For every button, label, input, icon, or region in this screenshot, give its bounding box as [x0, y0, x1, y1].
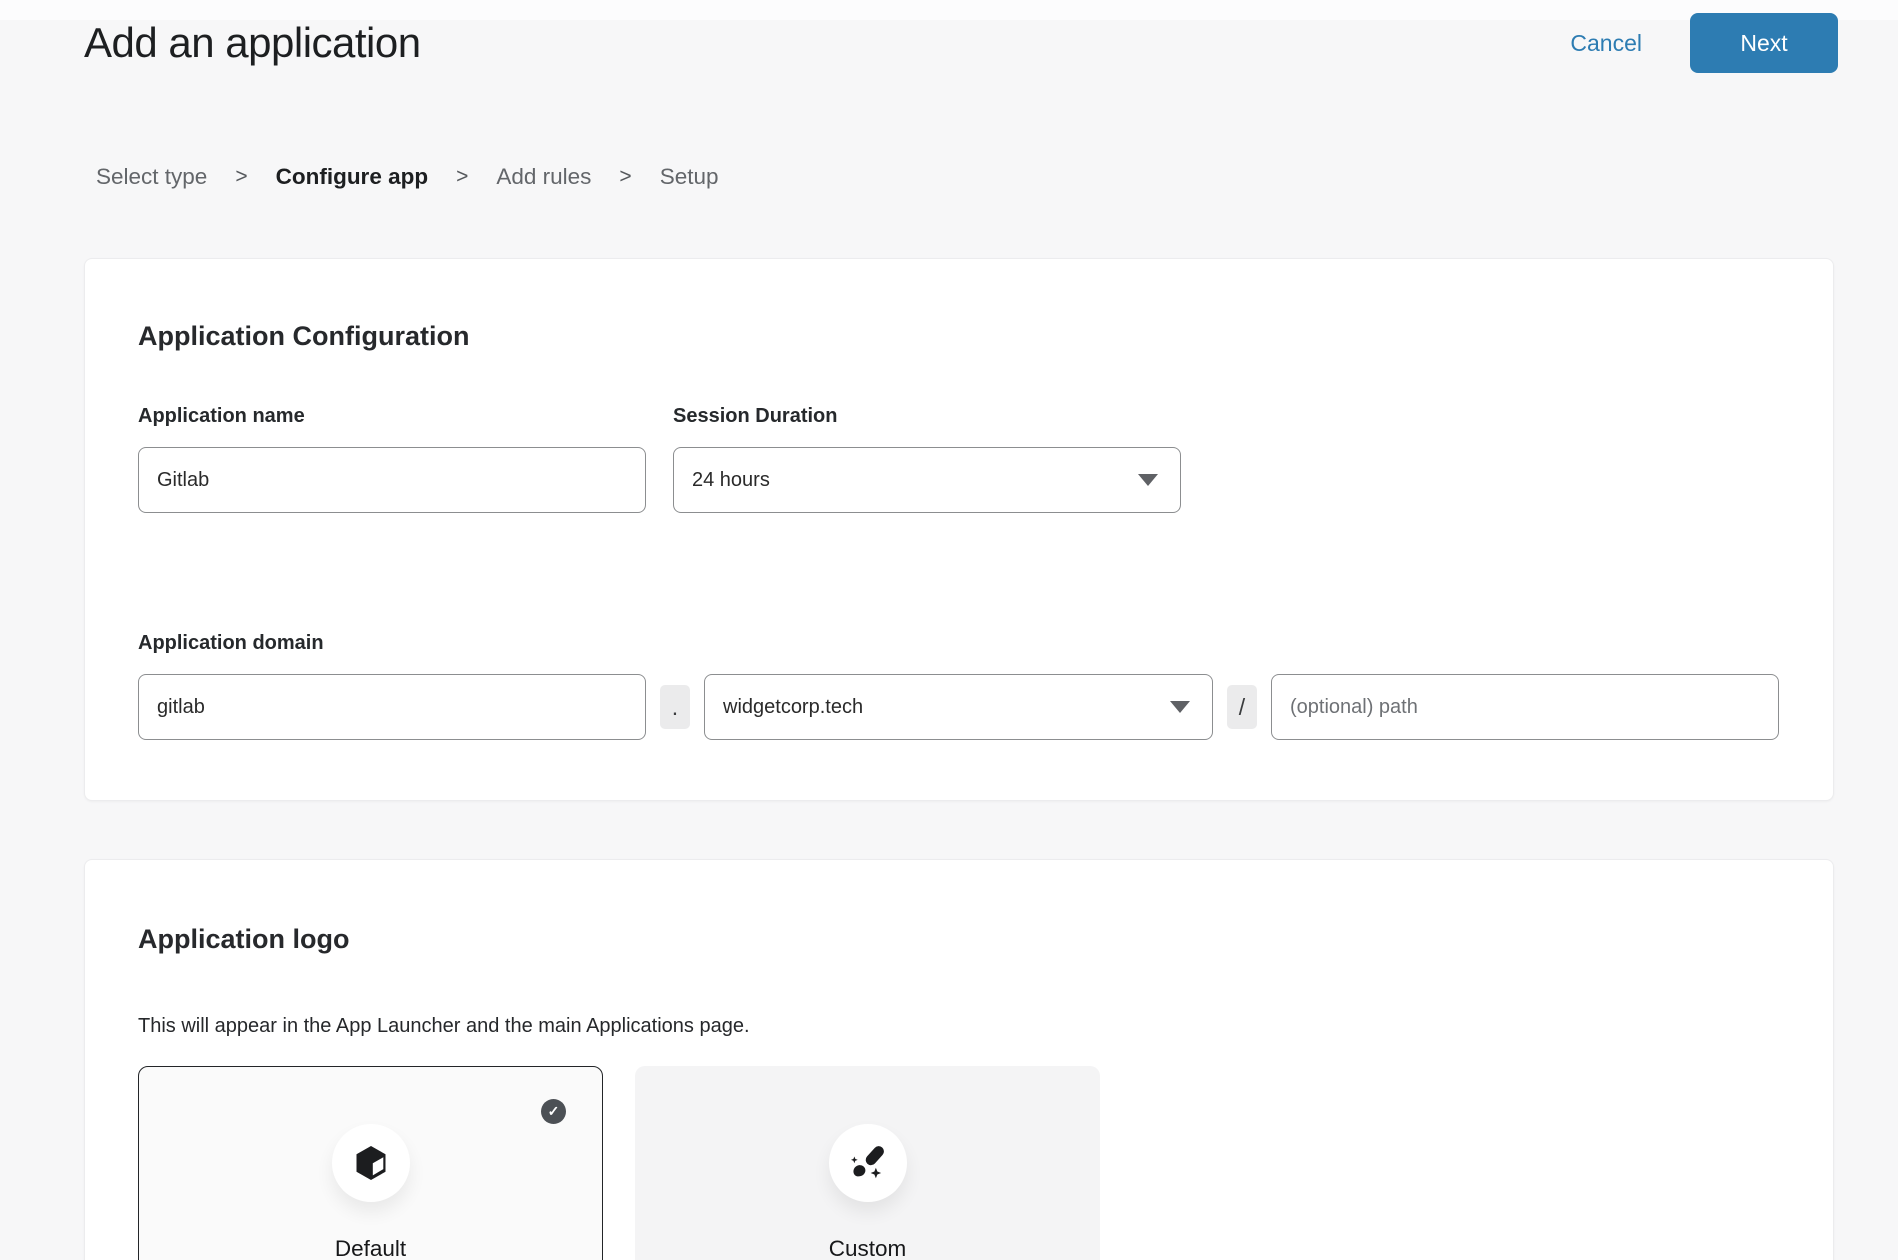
custom-logo-circle [829, 1124, 907, 1202]
check-icon: ✓ [541, 1099, 566, 1124]
path-input[interactable] [1271, 674, 1779, 740]
caret-down-icon [1170, 701, 1190, 713]
logo-option-label: Custom [636, 1236, 1099, 1260]
domain-select-value: widgetcorp.tech [723, 696, 863, 719]
application-name-label: Application name [138, 406, 646, 426]
application-logo-description: This will appear in the App Launcher and… [138, 1015, 1780, 1038]
header-actions: Cancel Next [1570, 13, 1838, 73]
application-logo-card: Application logo This will appear in the… [84, 859, 1834, 1260]
session-duration-select[interactable]: 24 hours [673, 447, 1181, 513]
breadcrumb: Select type > Configure app > Add rules … [96, 164, 1898, 190]
application-domain-label: Application domain [138, 633, 1780, 653]
breadcrumb-separator: > [456, 165, 468, 189]
page-title: Add an application [84, 19, 421, 67]
paintbrush-icon [847, 1142, 889, 1184]
breadcrumb-separator: > [235, 165, 247, 189]
breadcrumb-step-select-type[interactable]: Select type [96, 164, 207, 190]
default-logo-circle [332, 1124, 410, 1202]
application-configuration-heading: Application Configuration [138, 321, 1780, 352]
application-configuration-card: Application Configuration Application na… [84, 258, 1834, 801]
breadcrumb-step-add-rules[interactable]: Add rules [496, 164, 591, 190]
logo-option-label: Default [139, 1236, 602, 1260]
breadcrumb-separator: > [619, 165, 631, 189]
application-domain-row: . widgetcorp.tech / [138, 674, 1780, 740]
session-duration-field-group: Session Duration 24 hours [673, 352, 1181, 513]
breadcrumb-step-setup[interactable]: Setup [660, 164, 719, 190]
application-name-input[interactable] [138, 447, 646, 513]
breadcrumb-step-configure-app[interactable]: Configure app [276, 164, 429, 190]
next-button[interactable]: Next [1690, 13, 1838, 73]
subdomain-input[interactable] [138, 674, 646, 740]
cube-icon [351, 1143, 391, 1183]
dot-separator: . [660, 685, 690, 729]
page-header: Add an application Cancel Next [0, 0, 1898, 86]
caret-down-icon [1138, 474, 1158, 486]
domain-select[interactable]: widgetcorp.tech [704, 674, 1213, 740]
application-name-field-group: Application name [138, 352, 646, 513]
cancel-button[interactable]: Cancel [1570, 30, 1642, 57]
logo-option-custom[interactable]: Custom [635, 1066, 1100, 1260]
application-logo-heading: Application logo [138, 924, 1780, 955]
session-duration-label: Session Duration [673, 406, 1181, 426]
logo-option-default[interactable]: ✓ Default [138, 1066, 603, 1260]
name-duration-row: Application name Session Duration 24 hou… [138, 352, 1780, 513]
slash-separator: / [1227, 685, 1257, 729]
logo-option-tiles: ✓ Default Custom [138, 1066, 1780, 1260]
session-duration-value: 24 hours [692, 469, 770, 492]
